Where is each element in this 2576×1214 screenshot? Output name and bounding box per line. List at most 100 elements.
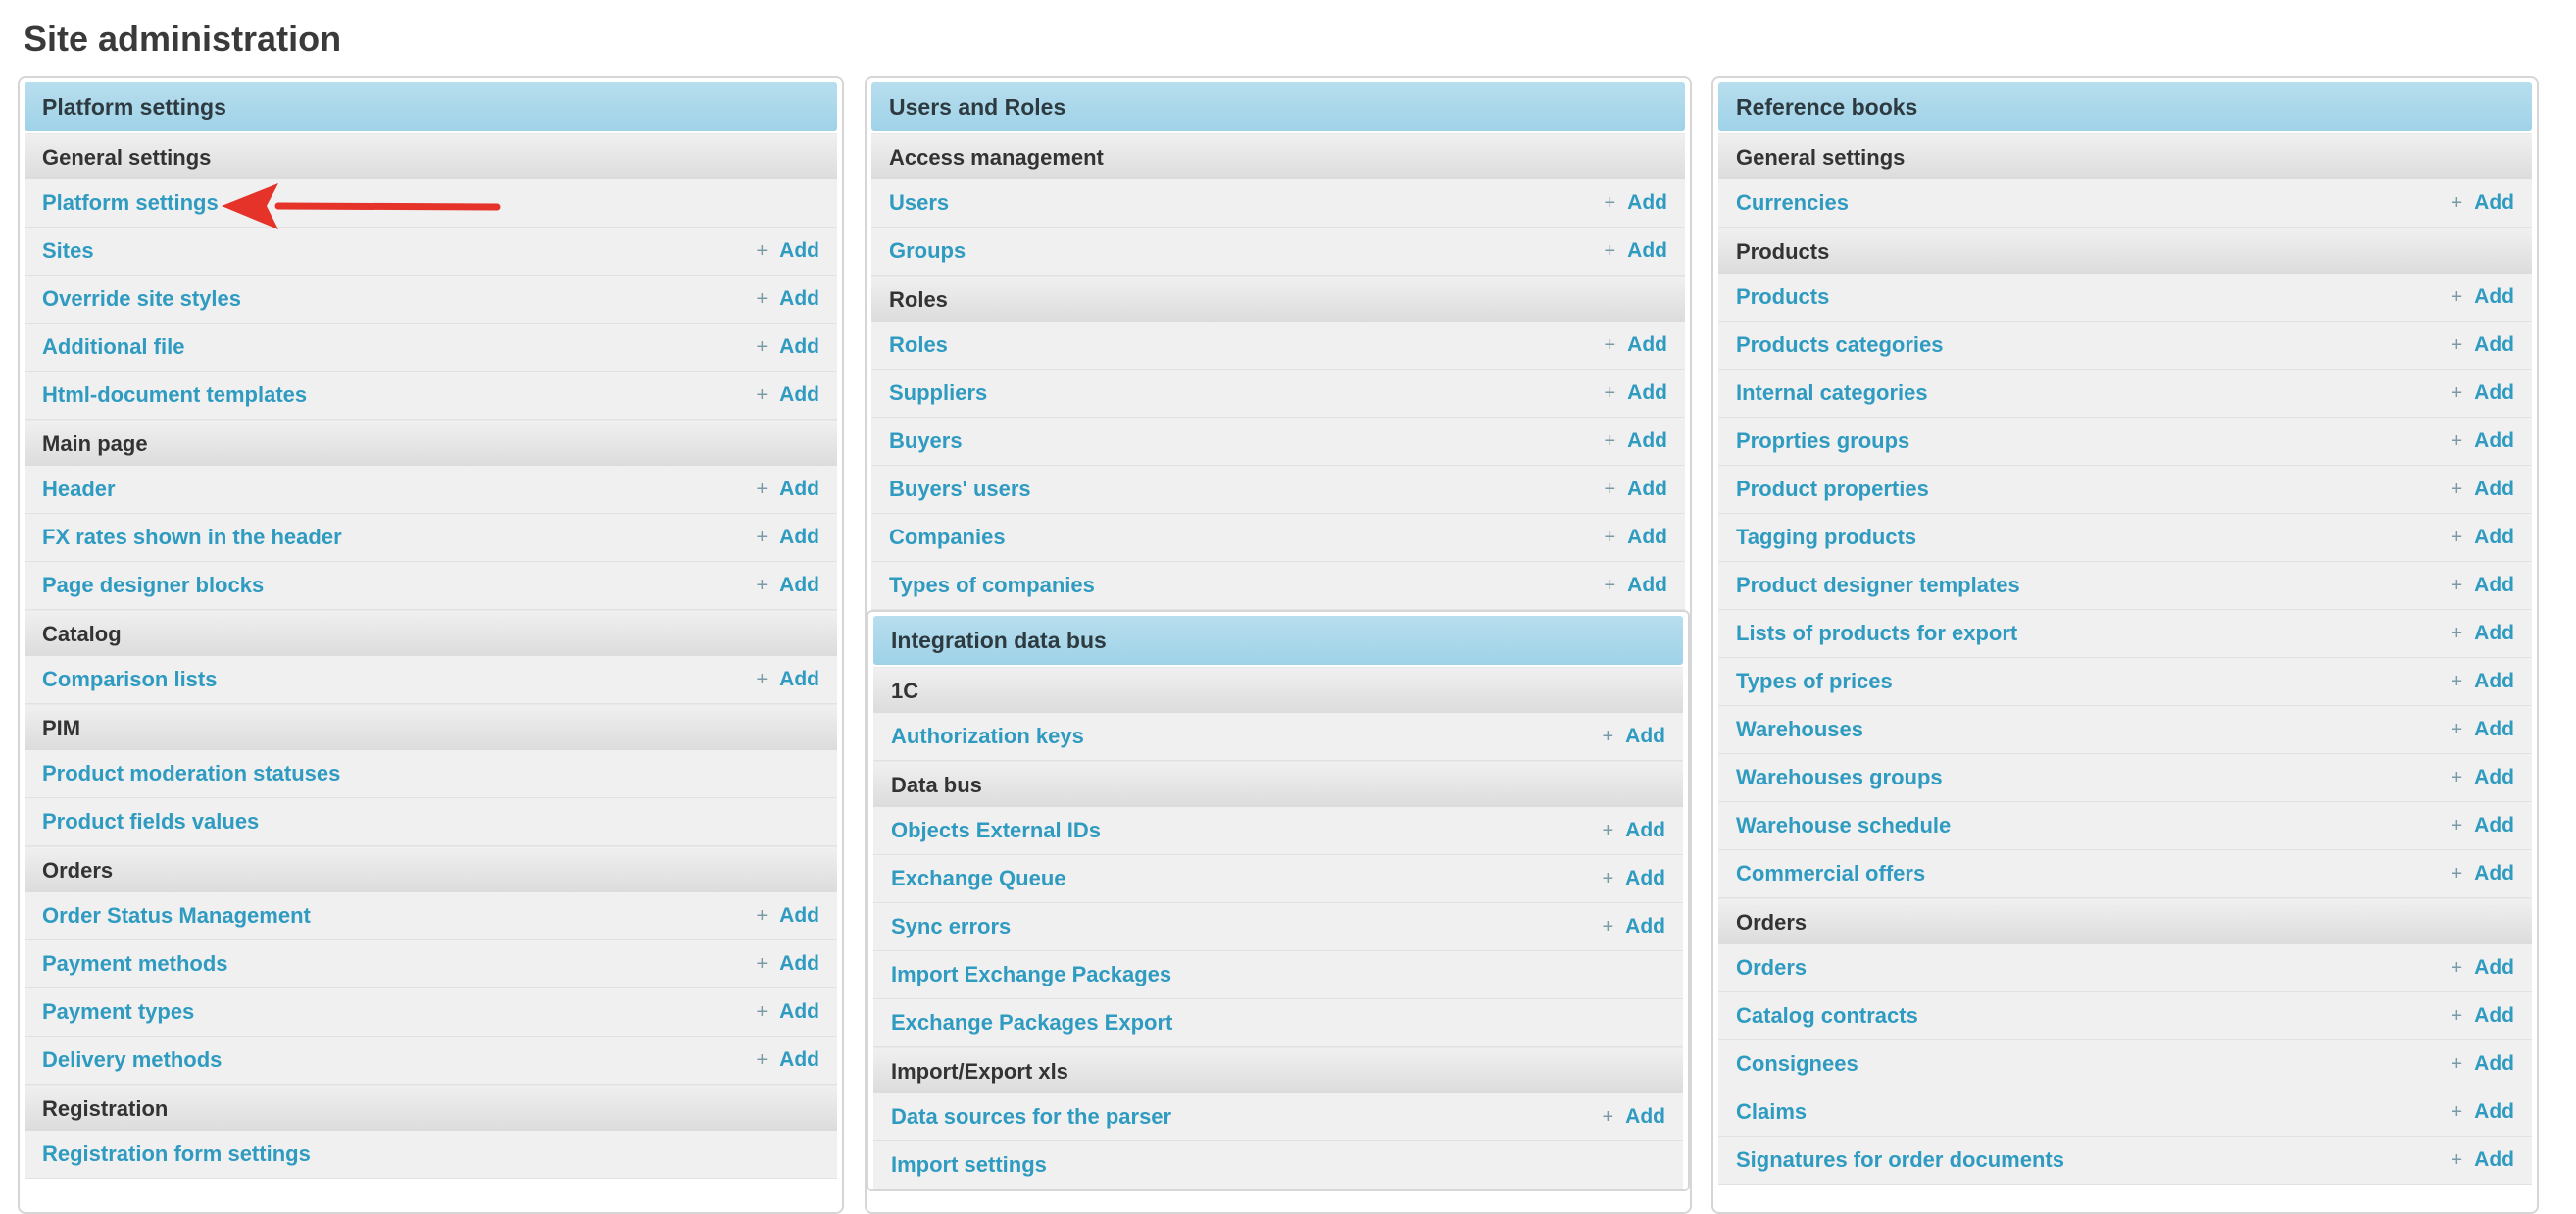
link-warehouse-schedule[interactable]: Warehouse schedule xyxy=(1736,813,1951,837)
link-currencies[interactable]: Currencies xyxy=(1736,190,1849,215)
link-payment-types[interactable]: Payment types xyxy=(42,999,194,1024)
link-internal-categories[interactable]: Internal categories xyxy=(1736,380,1928,405)
link-buyers-users[interactable]: Buyers' users xyxy=(889,477,1031,501)
add-button[interactable]: + Add xyxy=(2451,514,2514,561)
link-order-status-management[interactable]: Order Status Management xyxy=(42,903,311,928)
link-override-site-styles[interactable]: Override site styles xyxy=(42,286,241,311)
add-button[interactable]: + Add xyxy=(1604,228,1667,275)
add-button[interactable]: + Add xyxy=(2451,322,2514,369)
link-signatures-for-order-documents[interactable]: Signatures for order documents xyxy=(1736,1147,2064,1172)
link-additional-file[interactable]: Additional file xyxy=(42,334,184,359)
add-button[interactable]: + Add xyxy=(756,466,819,513)
link-registration-form-settings[interactable]: Registration form settings xyxy=(42,1141,311,1166)
link-orders[interactable]: Orders xyxy=(1736,955,1807,980)
link-data-sources-for-the-parser[interactable]: Data sources for the parser xyxy=(891,1104,1171,1129)
add-button[interactable]: + Add xyxy=(756,940,819,987)
link-suppliers[interactable]: Suppliers xyxy=(889,380,987,405)
link-warehouses-groups[interactable]: Warehouses groups xyxy=(1736,765,1943,789)
add-button[interactable]: + Add xyxy=(756,324,819,371)
link-tagging-products[interactable]: Tagging products xyxy=(1736,525,1916,549)
list-item: Orders + Add xyxy=(1718,944,2532,992)
plus-icon: + xyxy=(2451,334,2463,356)
add-button[interactable]: + Add xyxy=(756,1037,819,1084)
add-button[interactable]: + Add xyxy=(1604,179,1667,227)
link-exchange-queue[interactable]: Exchange Queue xyxy=(891,866,1066,890)
add-button[interactable]: + Add xyxy=(2451,1040,2514,1088)
add-button[interactable]: + Add xyxy=(1602,855,1665,902)
link-platform-settings[interactable]: Platform settings xyxy=(42,190,219,215)
link-lists-of-products-for-export[interactable]: Lists of products for export xyxy=(1736,621,2017,645)
link-types-of-companies[interactable]: Types of companies xyxy=(889,573,1095,597)
link-sites[interactable]: Sites xyxy=(42,238,94,263)
add-button[interactable]: + Add xyxy=(756,892,819,939)
link-payment-methods[interactable]: Payment methods xyxy=(42,951,228,976)
link-proprties-groups[interactable]: Proprties groups xyxy=(1736,429,1909,453)
add-button[interactable]: + Add xyxy=(756,656,819,703)
link-fx-rates-shown-in-the-header[interactable]: FX rates shown in the header xyxy=(42,525,342,549)
link-html-document-templates[interactable]: Html-document templates xyxy=(42,382,307,407)
add-button[interactable]: + Add xyxy=(2451,370,2514,417)
add-button[interactable]: + Add xyxy=(756,562,819,609)
add-button[interactable]: + Add xyxy=(2451,466,2514,513)
add-button[interactable]: + Add xyxy=(1602,713,1665,760)
link-users[interactable]: Users xyxy=(889,190,949,215)
link-page-designer-blocks[interactable]: Page designer blocks xyxy=(42,573,264,597)
link-groups[interactable]: Groups xyxy=(889,238,966,263)
add-button[interactable]: + Add xyxy=(756,276,819,323)
add-button[interactable]: + Add xyxy=(2451,610,2514,657)
link-import-exchange-packages[interactable]: Import Exchange Packages xyxy=(891,962,1171,986)
add-button[interactable]: + Add xyxy=(756,228,819,275)
link-commercial-offers[interactable]: Commercial offers xyxy=(1736,861,1925,885)
add-button[interactable]: + Add xyxy=(756,372,819,419)
link-product-properties[interactable]: Product properties xyxy=(1736,477,1929,501)
link-products[interactable]: Products xyxy=(1736,284,1829,309)
add-button[interactable]: + Add xyxy=(2451,1088,2514,1136)
add-button[interactable]: + Add xyxy=(2451,418,2514,465)
add-button[interactable]: + Add xyxy=(1604,562,1667,609)
link-comparison-lists[interactable]: Comparison lists xyxy=(42,667,217,691)
link-product-fields-values[interactable]: Product fields values xyxy=(42,809,259,834)
link-companies[interactable]: Companies xyxy=(889,525,1006,549)
plus-icon: + xyxy=(756,575,768,596)
add-button[interactable]: + Add xyxy=(2451,1137,2514,1184)
add-button[interactable]: + Add xyxy=(2451,179,2514,227)
link-product-moderation-statuses[interactable]: Product moderation statuses xyxy=(42,761,340,785)
link-products-categories[interactable]: Products categories xyxy=(1736,332,1944,357)
link-consignees[interactable]: Consignees xyxy=(1736,1051,1858,1076)
list-item: Products + Add xyxy=(1718,274,2532,322)
link-delivery-methods[interactable]: Delivery methods xyxy=(42,1047,222,1072)
add-button[interactable]: + Add xyxy=(756,514,819,561)
add-button[interactable]: + Add xyxy=(2451,658,2514,705)
add-button[interactable]: + Add xyxy=(1602,903,1665,950)
add-button[interactable]: + Add xyxy=(1604,514,1667,561)
add-button[interactable]: + Add xyxy=(1602,807,1665,854)
link-catalog-contracts[interactable]: Catalog contracts xyxy=(1736,1003,1918,1028)
add-button[interactable]: + Add xyxy=(756,988,819,1036)
link-buyers[interactable]: Buyers xyxy=(889,429,963,453)
add-button[interactable]: + Add xyxy=(1602,1093,1665,1140)
add-button[interactable]: + Add xyxy=(1604,418,1667,465)
link-objects-external-ids[interactable]: Objects External IDs xyxy=(891,818,1101,842)
add-button[interactable]: + Add xyxy=(2451,562,2514,609)
add-button[interactable]: + Add xyxy=(2451,944,2514,991)
link-types-of-prices[interactable]: Types of prices xyxy=(1736,669,1893,693)
add-button[interactable]: + Add xyxy=(2451,992,2514,1039)
link-product-designer-templates[interactable]: Product designer templates xyxy=(1736,573,2020,597)
link-warehouses[interactable]: Warehouses xyxy=(1736,717,1863,741)
link-exchange-packages-export[interactable]: Exchange Packages Export xyxy=(891,1010,1172,1035)
link-roles[interactable]: Roles xyxy=(889,332,948,357)
link-import-settings[interactable]: Import settings xyxy=(891,1152,1047,1177)
add-button[interactable]: + Add xyxy=(1604,466,1667,513)
add-button[interactable]: + Add xyxy=(2451,802,2514,849)
add-button[interactable]: + Add xyxy=(2451,274,2514,321)
link-authorization-keys[interactable]: Authorization keys xyxy=(891,724,1084,748)
add-label: Add xyxy=(2474,718,2514,740)
link-header[interactable]: Header xyxy=(42,477,116,501)
add-button[interactable]: + Add xyxy=(2451,850,2514,897)
link-sync-errors[interactable]: Sync errors xyxy=(891,914,1011,938)
add-button[interactable]: + Add xyxy=(2451,706,2514,753)
add-button[interactable]: + Add xyxy=(1604,370,1667,417)
link-claims[interactable]: Claims xyxy=(1736,1099,1807,1124)
add-button[interactable]: + Add xyxy=(2451,754,2514,801)
add-button[interactable]: + Add xyxy=(1604,322,1667,369)
